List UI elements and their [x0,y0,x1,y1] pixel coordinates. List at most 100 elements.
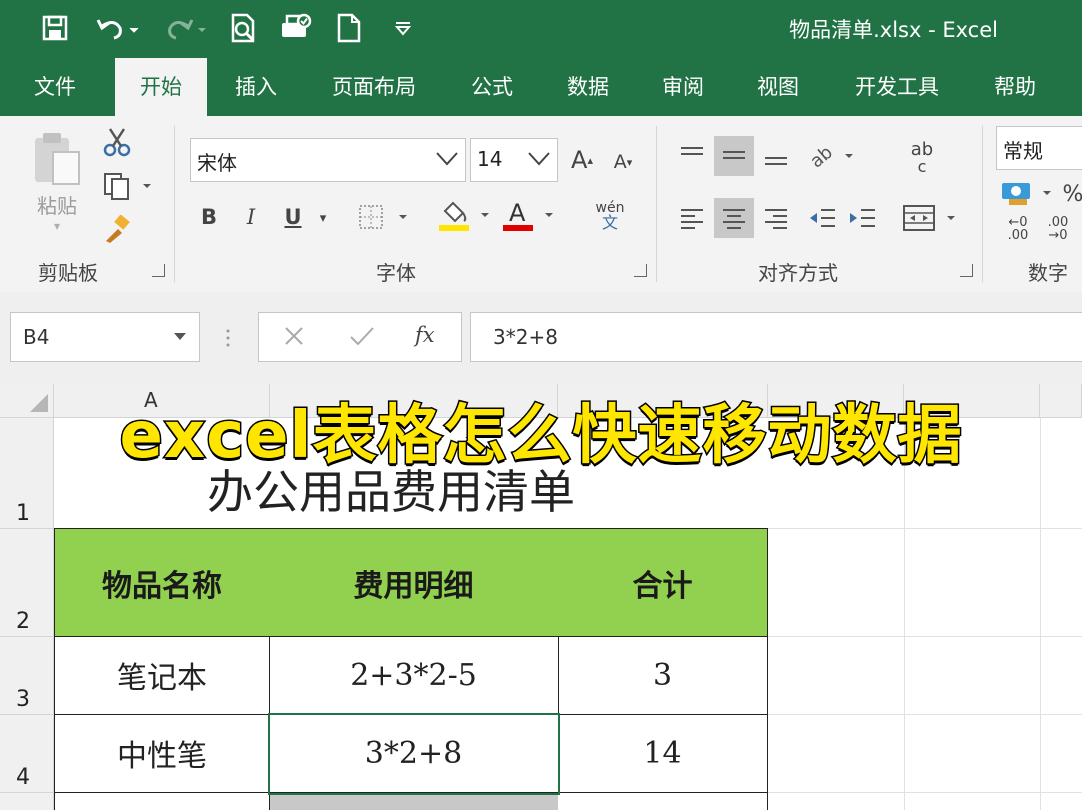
font-name-select[interactable]: 宋体 [190,138,466,182]
format-painter-icon[interactable] [100,214,134,246]
merge-icon [903,205,955,231]
save-icon[interactable] [38,12,72,44]
formula-bar: B4 fx 3*2+8 [0,292,1082,384]
chevron-down-icon [435,149,459,174]
underline-button[interactable]: U [278,200,308,234]
insert-function-button[interactable]: fx [415,323,435,347]
phonetic-guide-button[interactable]: wén 文 [582,196,638,236]
bold-button[interactable]: B [194,200,224,234]
tab-view[interactable]: 视图 [740,58,816,116]
font-launcher-icon[interactable] [634,264,647,277]
header-cost-detail-cell[interactable]: 费用明细 [269,528,559,637]
increase-decimal-button[interactable]: ←0 .00 [1000,214,1036,244]
tab-review[interactable]: 审阅 [645,58,721,116]
merge-center-button[interactable] [900,198,962,238]
number-format-select[interactable]: 常规 [996,126,1082,170]
number-group-label: 数字 [1028,261,1068,285]
row-header-3[interactable]: 3 [0,637,54,715]
align-bottom-icon[interactable] [756,136,796,176]
font-color-icon: A [503,199,553,231]
name-box[interactable]: B4 [10,312,200,362]
row-header-2[interactable]: 2 [0,529,54,637]
tab-page-layout[interactable]: 页面布局 [318,58,430,116]
chevron-down-icon[interactable]: ▾ [314,206,332,230]
formula-bar-divider-icon[interactable] [226,328,230,348]
chevron-down-icon [173,327,187,346]
svg-text:A: A [509,199,526,227]
decrease-decimal-button[interactable]: .00 →0 [1040,214,1076,244]
paste-button[interactable]: 粘贴 ▾ [22,126,92,236]
wrap-text-button[interactable]: ab c [904,136,940,180]
percent-button[interactable]: % [1063,178,1082,210]
font-size-value: 14 [477,147,503,171]
cell-c5[interactable] [558,793,768,810]
header-item-name-cell[interactable]: 物品名称 [54,528,270,637]
tab-help[interactable]: 帮助 [978,58,1052,116]
grow-font-button[interactable]: A ▴ [566,142,598,178]
cell-c3[interactable]: 3 [558,636,768,715]
cell-b3[interactable]: 2+3*2-5 [269,636,559,715]
orientation-icon[interactable]: ab [804,136,858,176]
clipboard-group-label: 剪贴板 [38,261,98,285]
fill-color-button[interactable] [436,196,494,234]
alignment-launcher-icon[interactable] [960,264,973,277]
svg-text:ab: ab [806,142,837,170]
quick-print-icon[interactable] [278,12,314,44]
row-header-4[interactable]: 4 [0,715,54,793]
borders-button[interactable] [356,200,412,234]
window-title: 物品清单.xlsx - Excel [789,18,998,42]
align-middle-icon[interactable] [714,136,754,176]
header-total-cell[interactable]: 合计 [558,528,768,637]
clipboard-launcher-icon[interactable] [152,264,165,277]
shrink-font-button[interactable]: A ▾ [608,146,638,178]
cell-b5[interactable] [270,793,558,810]
italic-button[interactable]: I [236,200,266,234]
tab-formulas[interactable]: 公式 [454,58,530,116]
align-right-icon[interactable] [756,198,796,238]
formula-value: 3*2+8 [493,325,558,349]
font-group-label: 字体 [376,261,416,285]
alignment-group-label: 对齐方式 [758,261,838,285]
name-box-value: B4 [23,325,50,349]
formula-controls: fx [258,312,462,362]
paste-label: 粘贴 [37,193,77,218]
ribbon: 粘贴 ▾ 剪贴板 宋体 14 A ▴ A ▾ B I U ▾ A wén 文 字体 [0,116,1082,293]
tab-developer[interactable]: 开发工具 [838,58,956,116]
copy-icon[interactable] [100,170,156,202]
tab-insert[interactable]: 插入 [216,58,296,116]
cut-icon[interactable] [100,126,134,158]
undo-icon[interactable] [92,12,144,44]
cancel-icon[interactable] [283,325,305,351]
tab-file[interactable]: 文件 [12,58,98,116]
title-bar: 物品清单.xlsx - Excel [0,0,1082,58]
cell-a4[interactable]: 中性笔 [54,714,270,793]
print-preview-icon[interactable] [226,12,260,44]
font-color-button[interactable]: A [500,196,558,234]
paste-icon [35,132,80,185]
cell-c4[interactable]: 14 [558,714,768,793]
row-header-5[interactable] [0,793,54,810]
redo-icon[interactable] [158,12,210,44]
number-format-value: 常规 [1003,139,1043,163]
cell-a3[interactable]: 笔记本 [54,636,270,715]
tab-data[interactable]: 数据 [550,58,626,116]
decrease-indent-icon[interactable] [802,198,842,238]
ribbon-tabs: 文件 开始 插入 页面布局 公式 数据 审阅 视图 开发工具 帮助 [0,58,1082,116]
cell-a5[interactable] [54,793,270,810]
borders-icon [359,205,407,229]
increase-indent-icon[interactable] [842,198,882,238]
video-caption: excel表格怎么快速移动数据 [118,398,963,475]
font-name-value: 宋体 [197,151,237,175]
chevron-down-icon [527,149,551,174]
align-top-icon[interactable] [672,136,712,176]
formula-input[interactable]: 3*2+8 [470,312,1082,362]
font-size-select[interactable]: 14 [470,138,558,182]
accounting-format-button[interactable] [998,176,1058,212]
align-left-icon[interactable] [672,198,712,238]
align-center-icon[interactable] [714,198,754,238]
customize-toolbar-icon[interactable] [390,12,416,44]
enter-icon[interactable] [349,325,375,351]
new-file-icon[interactable] [334,12,364,44]
tab-home[interactable]: 开始 [115,58,207,116]
cell-b4[interactable]: 3*2+8 [269,714,559,793]
